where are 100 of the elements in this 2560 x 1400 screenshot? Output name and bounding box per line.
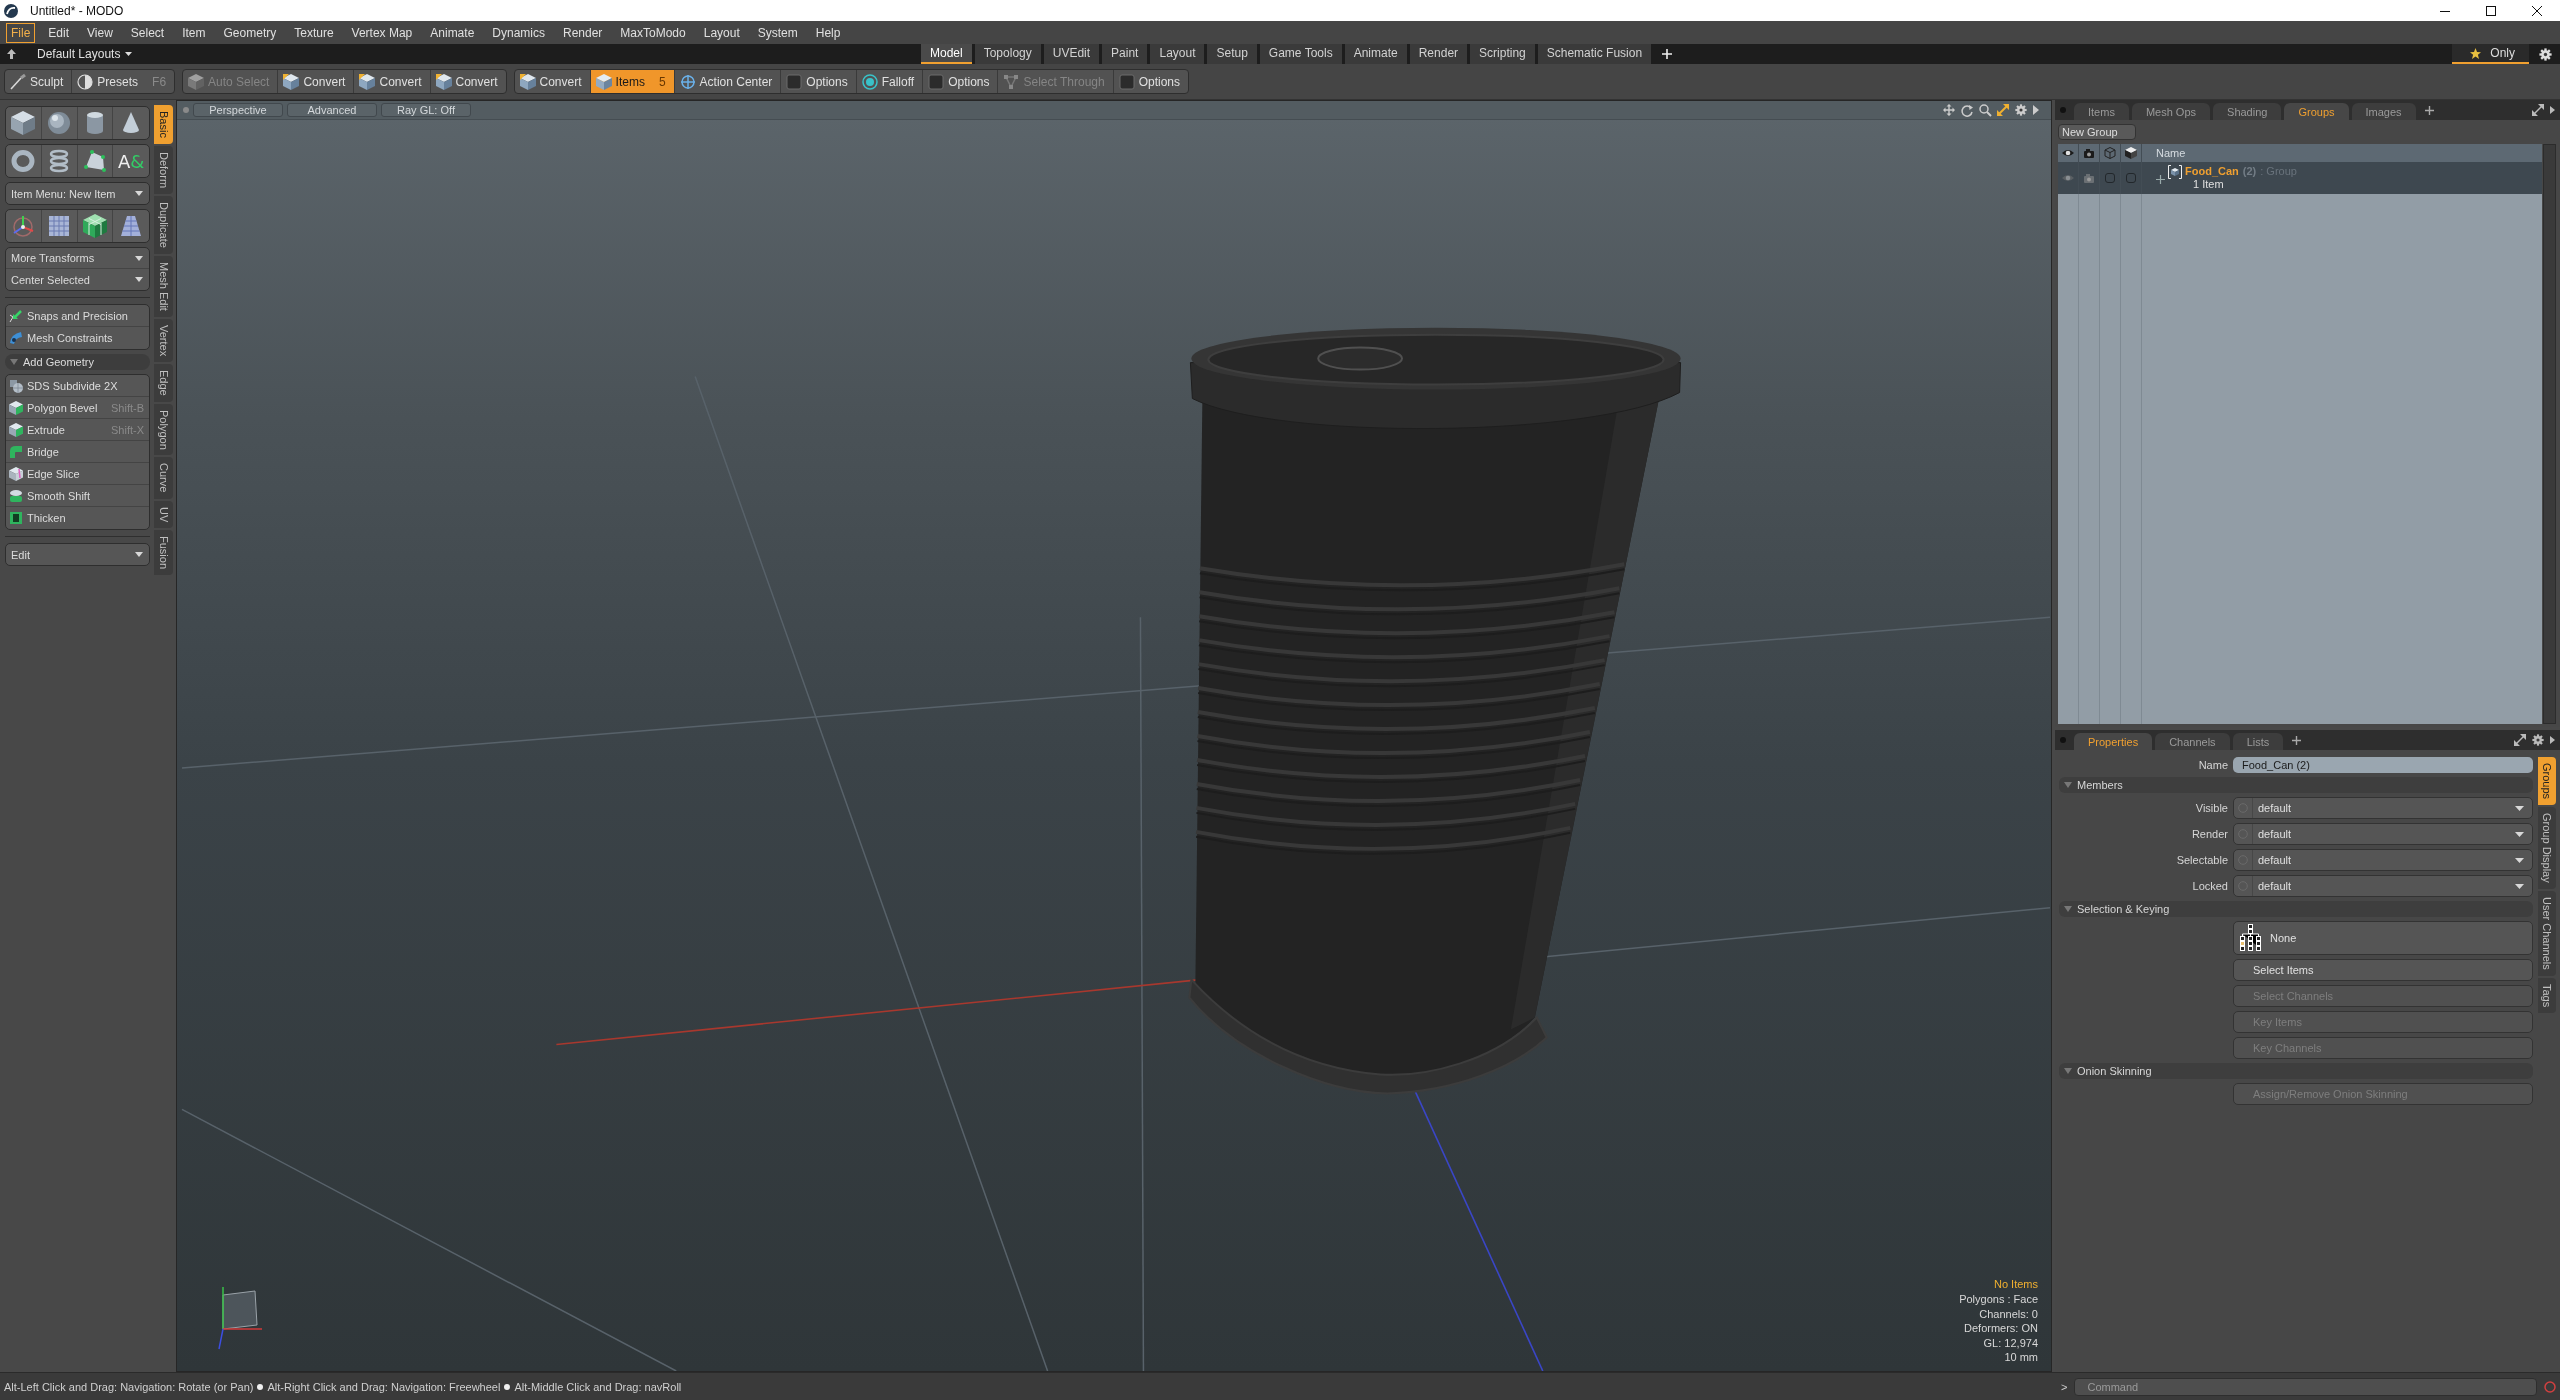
toolbar-button[interactable]: Falloff: [856, 70, 924, 93]
side-tab[interactable]: UV: [154, 500, 173, 529]
rotate-icon[interactable]: [1961, 104, 1973, 116]
edit-dropdown[interactable]: Edit: [6, 544, 149, 565]
panel-tab[interactable]: Shading: [2213, 103, 2282, 120]
menu-item[interactable]: Animate: [425, 22, 480, 43]
side-tab[interactable]: Tags: [2538, 977, 2556, 1013]
transform-dropdown[interactable]: More Transforms: [6, 248, 149, 269]
toolbar-button[interactable]: Convert: [278, 70, 355, 93]
panel-tab[interactable]: Items: [2074, 103, 2129, 120]
settings-icon[interactable]: [2015, 104, 2027, 116]
menu-item[interactable]: Texture: [289, 22, 339, 43]
side-tab[interactable]: Polygon: [154, 403, 173, 456]
menu-item[interactable]: Vertex Map: [346, 22, 418, 43]
side-tab[interactable]: Basic: [154, 105, 173, 144]
layout-tab[interactable]: Schematic Fusion: [1537, 44, 1652, 64]
side-tab[interactable]: Vertex: [154, 318, 173, 362]
tool-button[interactable]: Snaps and Precision: [6, 305, 149, 327]
3d-viewport[interactable]: Perspective Advanced Ray GL: Off No Items Polygons : Face Channels: 0 Deformers: ON GL: 12,974 10 mm: [176, 100, 2052, 1372]
search-icon[interactable]: [1979, 104, 1991, 116]
panel-tab[interactable]: Channels: [2155, 733, 2230, 750]
layout-tab[interactable]: Render: [1409, 44, 1468, 64]
layout-tab[interactable]: Scripting: [1470, 44, 1535, 64]
name-field[interactable]: Food_Can (2): [2233, 757, 2533, 773]
tool-button[interactable]: Edge Slice: [6, 463, 149, 485]
maximize-icon[interactable]: [2486, 5, 2496, 16]
tool-button[interactable]: Bridge: [6, 441, 149, 463]
command-field[interactable]: Command: [2074, 1377, 2537, 1396]
side-tab[interactable]: Mesh Edit: [154, 255, 173, 317]
menu-item[interactable]: Geometry: [218, 22, 282, 43]
toolbar-button[interactable]: Convert: [430, 70, 506, 93]
layout-tab[interactable]: Layout: [1150, 44, 1205, 64]
tool-button[interactable]: Mesh Constraints: [6, 327, 149, 349]
side-tab[interactable]: Edge: [154, 363, 173, 402]
panel-tab[interactable]: Lists: [2232, 733, 2284, 750]
toolbar-button[interactable]: Convert: [354, 70, 431, 93]
text-tool-button[interactable]: A&: [113, 145, 149, 177]
panel-tab[interactable]: Properties: [2074, 733, 2153, 750]
menu-item[interactable]: Help: [810, 22, 846, 43]
viewport-button[interactable]: Perspective: [193, 103, 283, 117]
menu-item[interactable]: View: [82, 22, 118, 43]
toolbar-button[interactable]: Options: [923, 70, 999, 93]
item-menu-dropdown[interactable]: Item Menu: New Item: [6, 183, 149, 204]
viewport-button[interactable]: Advanced: [287, 103, 377, 117]
plus-icon[interactable]: [2424, 105, 2434, 115]
toolbar-button[interactable]: Convert: [514, 70, 591, 93]
arrow-right-icon[interactable]: [2033, 105, 2039, 115]
eye-icon[interactable]: [2062, 172, 2074, 184]
menu-item[interactable]: Select: [125, 22, 170, 43]
side-tab[interactable]: Groups: [2538, 757, 2556, 806]
up-arrow-icon[interactable]: [7, 49, 16, 59]
arrow-right-icon[interactable]: [2550, 736, 2555, 744]
settings-icon[interactable]: [2532, 734, 2544, 746]
toolbar-button[interactable]: Presets F6: [72, 70, 175, 93]
layout-tab[interactable]: Paint: [1102, 44, 1148, 64]
section-header[interactable]: Onion Skinning: [2059, 1063, 2533, 1079]
panel-tab[interactable]: Images: [2351, 103, 2416, 120]
layout-tab[interactable]: Setup: [1207, 44, 1257, 64]
expand-icon[interactable]: [2514, 734, 2526, 746]
toolbar-button[interactable]: Action Center: [674, 70, 782, 93]
layout-tab[interactable]: Topology: [974, 44, 1041, 64]
side-tab[interactable]: Duplicate: [154, 195, 173, 254]
settings-icon[interactable]: [2539, 47, 2552, 61]
tool-button[interactable]: Smooth Shift: [6, 485, 149, 507]
menu-item[interactable]: Layout: [698, 22, 745, 43]
hierarchy-button[interactable]: None: [2233, 921, 2533, 955]
side-tab[interactable]: Curve: [154, 457, 173, 499]
section-header[interactable]: Members: [2059, 777, 2533, 793]
tool-button[interactable]: SDS Subdivide 2X: [6, 375, 149, 397]
diagonal-arrows-icon[interactable]: [1997, 104, 2009, 116]
action-button[interactable]: Select Items: [2233, 959, 2533, 981]
move-icon[interactable]: [1943, 104, 1955, 116]
layouts-menu[interactable]: Default Layouts: [37, 47, 133, 61]
dropdown[interactable]: default: [2233, 823, 2533, 845]
section-header[interactable]: Add Geometry: [5, 354, 150, 370]
arrow-right-icon[interactable]: [2550, 106, 2555, 114]
close-icon[interactable]: [2532, 5, 2542, 16]
favorites-toggle[interactable]: Only: [2452, 44, 2529, 64]
dropdown[interactable]: default: [2233, 797, 2533, 819]
menu-item[interactable]: System: [752, 22, 803, 43]
camera-icon[interactable]: [2083, 172, 2095, 184]
toolbar-button[interactable]: Items 5: [590, 70, 675, 93]
menu-item[interactable]: MaxToModo: [615, 22, 691, 43]
panel-tab[interactable]: Groups: [2284, 103, 2349, 120]
new-group-button[interactable]: New Group: [2058, 124, 2136, 140]
toolbar-button[interactable]: Options: [781, 70, 857, 93]
checkbox[interactable]: [2126, 173, 2136, 183]
toolbar-button[interactable]: Sculpt: [5, 70, 73, 93]
layout-tab[interactable]: Animate: [1344, 44, 1407, 64]
dropdown[interactable]: default: [2233, 875, 2533, 897]
menu-item[interactable]: Item: [177, 22, 211, 43]
menu-item[interactable]: Dynamics: [487, 22, 550, 43]
menu-item[interactable]: Edit: [43, 22, 75, 43]
dropdown[interactable]: default: [2233, 849, 2533, 871]
tool-button[interactable]: Thicken: [6, 507, 149, 529]
expand-icon[interactable]: [2532, 104, 2544, 116]
side-tab[interactable]: User Channels: [2538, 890, 2556, 976]
layout-tab[interactable]: Game Tools: [1259, 44, 1342, 64]
menu-item[interactable]: File: [6, 22, 36, 43]
menu-item[interactable]: Render: [558, 22, 608, 43]
